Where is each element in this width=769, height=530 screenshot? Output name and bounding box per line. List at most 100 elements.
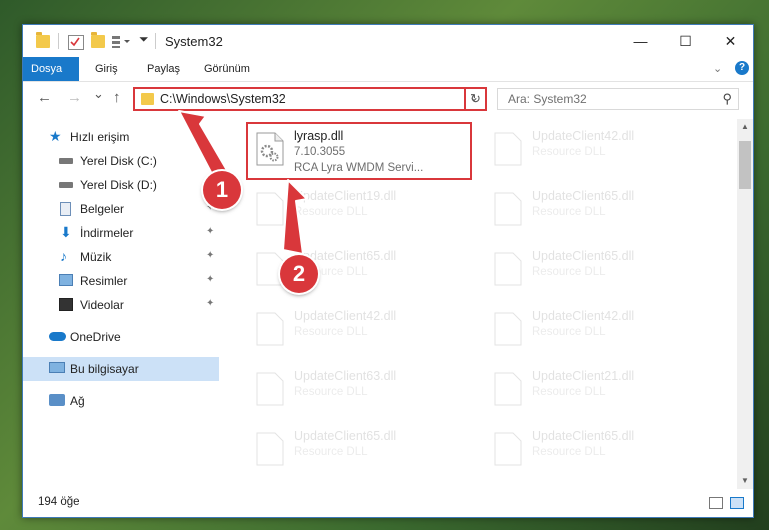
file-name: UpdateClient65.dll — [532, 189, 635, 203]
file-item[interactable]: UpdateClient21.dll Resource DLL — [484, 362, 714, 418]
file-name: UpdateClient42.dll — [532, 309, 635, 323]
documents-icon — [60, 202, 71, 216]
folder-icon — [36, 32, 50, 48]
sidebar-item-network[interactable]: Ağ — [23, 389, 219, 413]
sidebar-item-music[interactable]: ♪ Müzik ✦ — [23, 245, 219, 269]
pin-icon[interactable]: ✦ — [206, 298, 214, 309]
tab-home[interactable]: Giriş — [85, 57, 128, 81]
sidebar-item-downloads[interactable]: ⬇ İndirmeler ✦ — [23, 221, 219, 245]
refresh-button[interactable]: ↻ — [464, 87, 487, 111]
file-description: Resource DLL — [532, 206, 606, 218]
file-name: UpdateClient63.dll — [294, 369, 397, 383]
up-arrow-icon[interactable]: ↑ — [113, 89, 121, 106]
address-bar[interactable]: C:\Windows\System32 ⌄ — [133, 87, 487, 111]
file-description: Resource DLL — [532, 326, 606, 338]
sidebar-item-onedrive[interactable]: OneDrive — [23, 325, 219, 349]
chevron-down-icon[interactable]: ⌄ — [713, 62, 722, 75]
sidebar-item-label: Yerel Disk (C:) — [80, 154, 157, 168]
callout-2: 2 — [280, 255, 318, 293]
file-description: Resource DLL — [294, 206, 368, 218]
computer-icon — [49, 362, 65, 373]
file-item[interactable]: UpdateClient42.dll Resource DLL — [484, 302, 714, 358]
file-item[interactable]: UpdateClient65.dll Resource DLL — [484, 422, 714, 478]
sidebar-item-label: Hızlı erişim — [70, 130, 130, 144]
forward-arrow-icon[interactable]: → — [67, 89, 82, 106]
navigation-pane: ★ Hızlı erişim Yerel Disk (C:) Yerel Dis… — [23, 119, 219, 489]
vertical-scrollbar[interactable]: ▲ ▼ — [737, 119, 753, 489]
file-name: UpdateClient65.dll — [532, 249, 635, 263]
pin-icon[interactable]: ✦ — [206, 274, 214, 285]
tiles-view-icon[interactable] — [730, 497, 744, 509]
tab-file[interactable]: Dosya — [23, 57, 79, 81]
maximize-button[interactable]: ☐ — [663, 25, 708, 57]
ribbon-tabs: Dosya Giriş Paylaş Görünüm ⌄ ? — [23, 57, 753, 82]
sidebar-item-label: Videolar — [80, 298, 124, 312]
sidebar-item-documents[interactable]: Belgeler ✦ — [23, 197, 219, 221]
file-item[interactable]: UpdateClient65.dll Resource DLL — [246, 422, 476, 478]
sidebar-item-label: Ağ — [70, 394, 85, 408]
pin-icon[interactable]: ✦ — [206, 250, 214, 261]
tab-view[interactable]: Görünüm — [194, 57, 260, 81]
file-list: lyrasp.dll 7.10.3055 RCA Lyra WMDM Servi… — [223, 119, 735, 489]
title-bar: ⏷ System32 — ☐ ✕ — [23, 25, 753, 57]
file-name: UpdateClient42.dll — [532, 129, 635, 143]
back-arrow-icon[interactable]: ← — [37, 89, 52, 106]
quick-access-dropdown-icon[interactable]: ⏷ — [139, 32, 149, 47]
scroll-up-icon[interactable]: ▲ — [737, 119, 753, 135]
drive-icon — [59, 158, 73, 164]
file-description: Resource DLL — [532, 146, 606, 158]
search-input[interactable]: Ara: System32 ⚲ — [497, 88, 739, 110]
sidebar-item-label: Belgeler — [80, 202, 125, 216]
scroll-down-icon[interactable]: ▼ — [737, 473, 753, 489]
recent-locations-icon[interactable]: ⌄ — [93, 86, 104, 102]
search-icon[interactable]: ⚲ — [722, 91, 732, 107]
file-description: Resource DLL — [294, 386, 368, 398]
file-item[interactable]: UpdateClient19.dll Resource DLL — [246, 182, 476, 238]
drive-icon — [59, 182, 73, 188]
help-icon[interactable]: ? — [735, 61, 749, 75]
file-description: Resource DLL — [532, 446, 606, 458]
sidebar-item-label: Resimler — [80, 274, 128, 288]
sidebar-item-this-pc[interactable]: Bu bilgisayar — [23, 357, 219, 381]
file-explorer-window: ⏷ System32 — ☐ ✕ Dosya Giriş Paylaş Görü… — [22, 24, 754, 518]
sidebar-item-quick-access[interactable]: ★ Hızlı erişim — [23, 125, 219, 149]
file-name: UpdateClient19.dll — [294, 189, 397, 203]
dll-file-icon — [494, 312, 522, 346]
status-bar: 194 öğe — [23, 491, 753, 517]
sidebar-item-local-disk-d[interactable]: Yerel Disk (D:) — [23, 173, 219, 197]
file-description: Resource DLL — [532, 386, 606, 398]
dll-file-icon — [256, 312, 284, 346]
scrollbar-thumb[interactable] — [739, 141, 751, 189]
file-item[interactable]: UpdateClient65.dll Resource DLL — [484, 242, 714, 298]
details-view-icon[interactable] — [709, 497, 723, 509]
file-description: Resource DLL — [294, 446, 368, 458]
navigation-bar: ← → ⌄ ↑ C:\Windows\System32 ⌄ ↻ Ara: Sys… — [23, 82, 753, 118]
sidebar-item-local-disk-c[interactable]: Yerel Disk (C:) — [23, 149, 219, 173]
dll-file-icon — [494, 432, 522, 466]
tab-share[interactable]: Paylaş — [137, 57, 190, 81]
folder-icon — [141, 93, 154, 105]
search-placeholder: Ara: System32 — [508, 92, 587, 106]
file-name: UpdateClient65.dll — [294, 429, 397, 443]
sidebar-item-pictures[interactable]: Resimler ✦ — [23, 269, 219, 293]
download-icon: ⬇ — [60, 224, 72, 240]
dll-file-icon — [494, 132, 522, 166]
dll-file-icon — [494, 372, 522, 406]
file-item[interactable]: UpdateClient63.dll Resource DLL — [246, 362, 476, 418]
minimize-button[interactable]: — — [618, 25, 663, 57]
new-folder-icon[interactable] — [91, 32, 105, 48]
music-icon: ♪ — [60, 248, 67, 264]
customize-toolbar-icon[interactable] — [112, 36, 130, 49]
sidebar-item-label: Yerel Disk (D:) — [80, 178, 157, 192]
address-path[interactable]: C:\Windows\System32 — [160, 92, 286, 106]
file-item[interactable]: UpdateClient42.dll Resource DLL — [484, 122, 714, 178]
file-item[interactable]: UpdateClient65.dll Resource DLL — [484, 182, 714, 238]
sidebar-item-videos[interactable]: Videolar ✦ — [23, 293, 219, 317]
properties-icon[interactable] — [68, 35, 84, 50]
file-description: Resource DLL — [532, 266, 606, 278]
close-button[interactable]: ✕ — [708, 25, 753, 57]
sidebar-item-label: Müzik — [80, 250, 112, 264]
highlight-box — [246, 122, 472, 180]
pin-icon[interactable]: ✦ — [206, 226, 214, 237]
file-item[interactable]: UpdateClient42.dll Resource DLL — [246, 302, 476, 358]
